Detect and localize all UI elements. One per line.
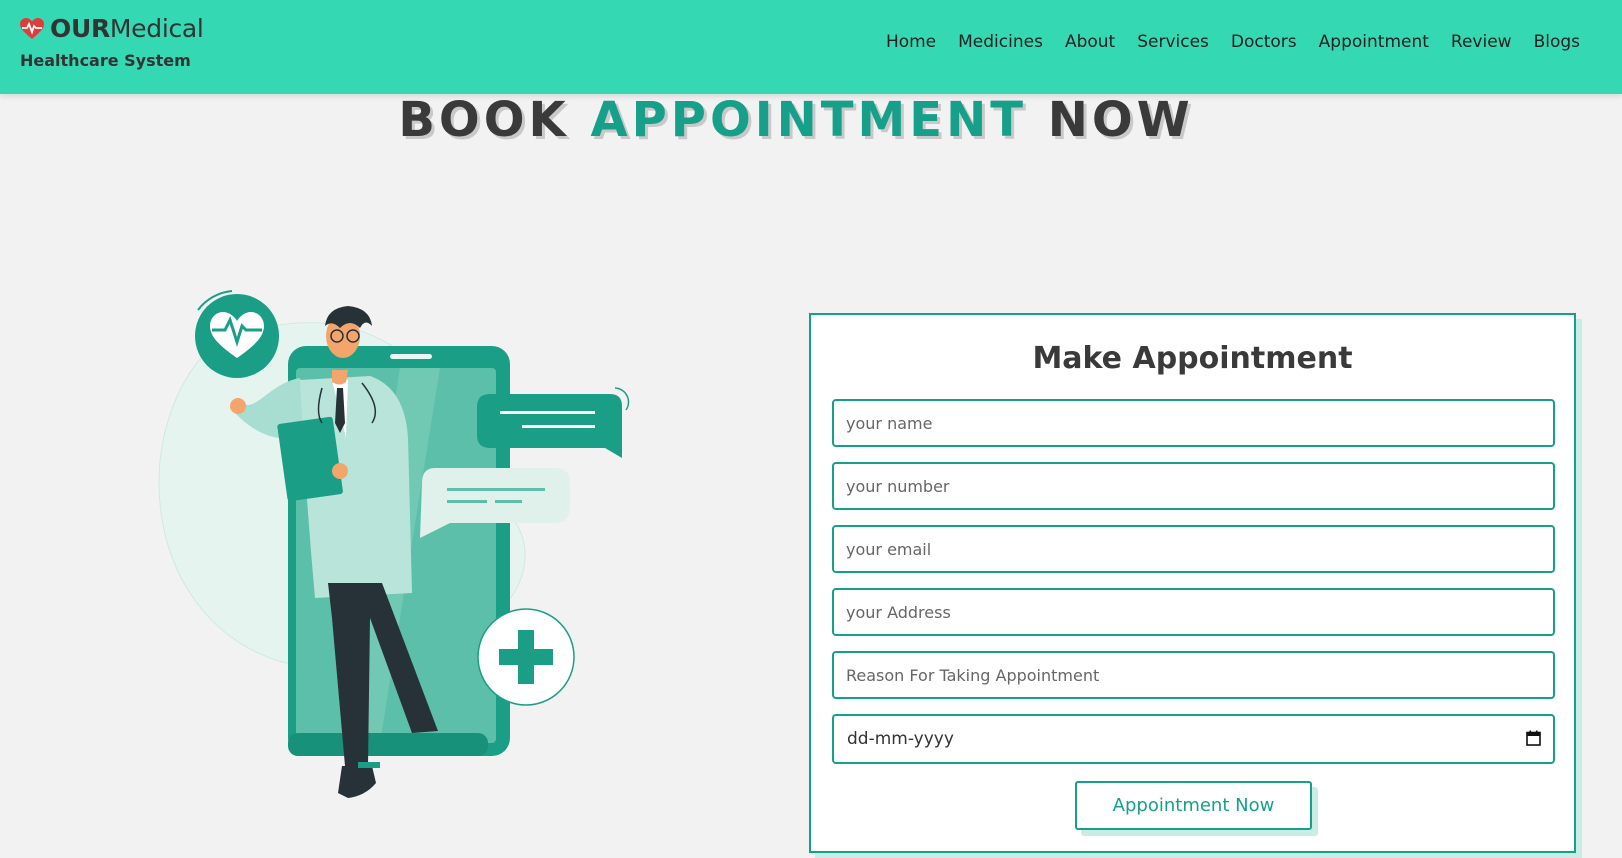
name-input[interactable] — [832, 399, 1555, 447]
address-input[interactable] — [832, 588, 1555, 636]
reason-input[interactable] — [832, 651, 1555, 699]
form-title: Make Appointment — [1032, 341, 1353, 376]
nav-services[interactable]: Services — [1137, 32, 1209, 52]
appointment-form: Make Appointment dd-mm-yyyy Appointment … — [809, 313, 1576, 853]
nav-about[interactable]: About — [1065, 32, 1115, 52]
nav-appointment[interactable]: Appointment — [1319, 32, 1429, 52]
nav-review[interactable]: Review — [1451, 32, 1512, 52]
main-nav: Home Medicines About Services Doctors Ap… — [886, 32, 1580, 52]
nav-doctors[interactable]: Doctors — [1231, 32, 1297, 52]
nav-blogs[interactable]: Blogs — [1534, 32, 1580, 52]
section-heading: BOOK APPOINTMENT NOW — [0, 92, 1592, 148]
nav-home[interactable]: Home — [886, 32, 936, 52]
heading-pre: BOOK — [398, 92, 591, 148]
doctor-illustration — [158, 290, 630, 798]
heading-post: NOW — [1027, 92, 1194, 148]
appointment-now-button[interactable]: Appointment Now — [1075, 781, 1312, 830]
heart-pulse-icon — [20, 17, 44, 39]
logo[interactable]: OURMedical — [19, 14, 204, 43]
email-input[interactable] — [832, 525, 1555, 573]
date-placeholder: dd-mm-yyyy — [847, 729, 954, 749]
date-input[interactable]: dd-mm-yyyy — [832, 714, 1555, 764]
logo-text: OURMedical — [50, 14, 204, 43]
site-header: OURMedical Healthcare System Home Medici… — [0, 0, 1622, 94]
logo-strong: OUR — [50, 14, 110, 43]
heading-highlight: APPOINTMENT — [590, 92, 1028, 148]
number-input[interactable] — [832, 462, 1555, 510]
logo-tagline: Healthcare System — [20, 51, 191, 70]
logo-light: Medical — [109, 14, 204, 43]
calendar-icon[interactable] — [1526, 730, 1541, 746]
nav-medicines[interactable]: Medicines — [958, 32, 1043, 52]
